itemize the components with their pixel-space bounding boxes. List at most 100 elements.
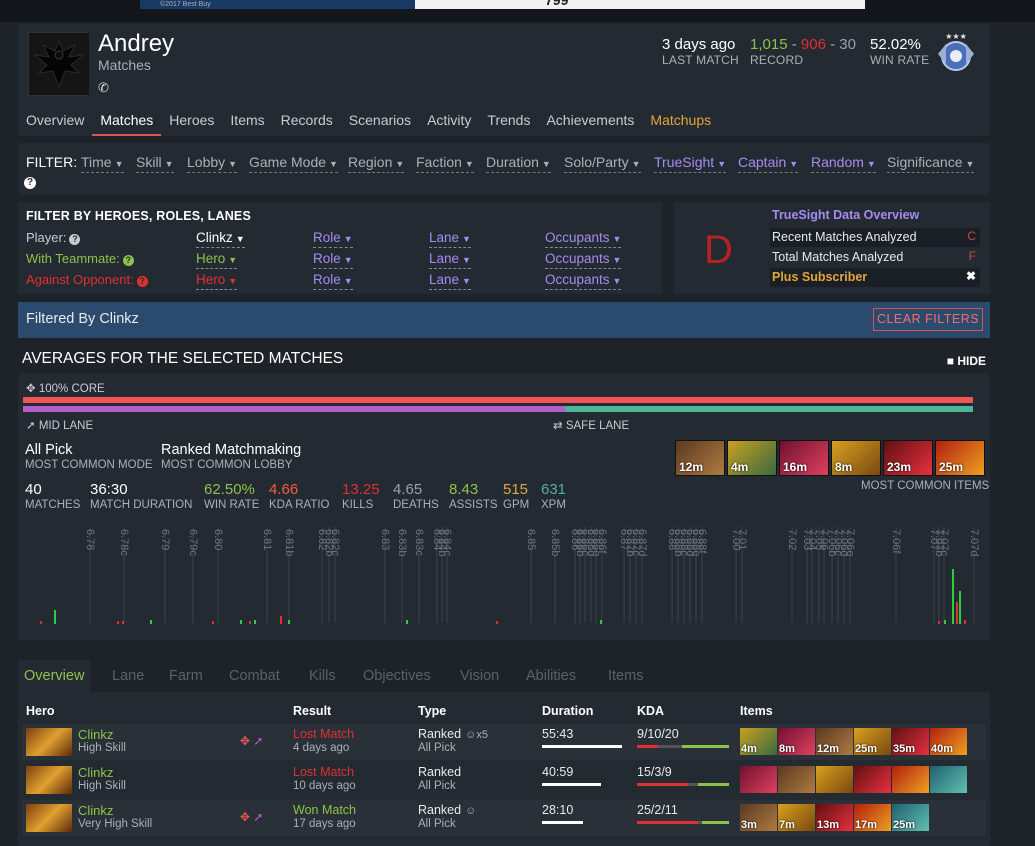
ad-banner-left[interactable]: ©2017 Best Buy [140,0,415,9]
item-icon[interactable]: 25m [892,804,929,831]
item-icon[interactable]: 7m [778,804,815,831]
match-mark[interactable] [212,621,214,624]
filter-significance[interactable]: Significance ▼ [887,154,975,173]
match-mark[interactable] [280,616,282,624]
tab-items[interactable]: Items [222,108,272,136]
item-icon[interactable] [892,766,929,793]
help-icon[interactable]: ? [24,177,36,189]
item-icon[interactable]: 25m [854,728,891,755]
avatar[interactable] [28,32,89,96]
close-icon[interactable]: ✖ [966,269,976,283]
item-icon[interactable] [778,766,815,793]
item-icon[interactable] [816,766,853,793]
phone-icon[interactable]: ✆ [98,80,109,96]
table-row[interactable]: Clinkz High Skill ✥ ➚ Lost Match 4 days ago R… [22,724,986,760]
filter-skill[interactable]: Skill ▼ [136,154,174,173]
match-mark[interactable] [249,621,251,624]
match-result[interactable]: Lost Match [293,727,354,741]
ltab-objectives[interactable]: Objectives [357,660,437,692]
item-icon[interactable]: 12m [675,440,725,476]
filter-faction[interactable]: Faction ▼ [416,154,474,173]
match-mark[interactable] [938,621,940,624]
item-icon[interactable]: 4m [740,728,777,755]
item-icon[interactable]: 8m [831,440,881,476]
tab-matchups[interactable]: Matchups [642,108,719,136]
hide-button[interactable]: ■ HIDE [947,354,986,368]
player-hero-dropdown[interactable]: Clinkz ▼ [196,230,245,248]
opponent-occupants-dropdown[interactable]: Occupants ▼ [545,272,622,290]
item-icon[interactable] [930,766,967,793]
tab-overview[interactable]: Overview [18,108,92,136]
filter-truesight[interactable]: TrueSight ▼ [654,154,727,173]
plus-subscriber-row[interactable]: Plus Subscriber ✖ [770,268,980,287]
filter-duration[interactable]: Duration ▼ [486,154,551,173]
item-icon[interactable]: 40m [930,728,967,755]
match-mark[interactable] [150,620,152,624]
item-icon[interactable]: 3m [740,804,777,831]
player-occupants-dropdown[interactable]: Occupants ▼ [545,230,622,248]
match-mark[interactable] [956,602,958,624]
match-mark[interactable] [600,620,602,624]
col-items[interactable]: Items [740,704,773,718]
tab-trends[interactable]: Trends [479,108,538,136]
item-icon[interactable] [854,766,891,793]
ltab-abilities[interactable]: Abilities [520,660,582,692]
teammate-hero-dropdown[interactable]: Hero ▼ [196,251,238,269]
table-row[interactable]: Clinkz High Skill Lost Match 10 days ago Ran… [22,762,986,798]
match-mark[interactable] [944,620,946,624]
ad-strip[interactable]: ©2017 Best Buy 799 [0,0,1035,22]
col-kda[interactable]: KDA [637,704,664,718]
opponent-role-dropdown[interactable]: Role ▼ [313,272,353,290]
item-icon[interactable] [740,766,777,793]
match-mark[interactable] [54,610,56,624]
ltab-farm[interactable]: Farm [163,660,209,692]
match-mark[interactable] [40,621,42,624]
hero-portrait[interactable] [26,804,72,832]
match-result[interactable]: Won Match [293,803,356,817]
teammate-lane-dropdown[interactable]: Lane ▼ [429,251,471,269]
ltab-kills[interactable]: Kills [303,660,342,692]
match-mark[interactable] [117,621,119,624]
help-icon[interactable]: ? [122,255,134,266]
col-hero[interactable]: Hero [26,704,54,718]
item-icon[interactable]: 35m [892,728,929,755]
item-icon[interactable]: 13m [816,804,853,831]
teammate-occupants-dropdown[interactable]: Occupants ▼ [545,251,622,269]
match-mark[interactable] [952,569,954,624]
filter-game-mode[interactable]: Game Mode ▼ [249,154,338,173]
item-icon[interactable]: 16m [779,440,829,476]
player-role-dropdown[interactable]: Role ▼ [313,230,353,248]
col-result[interactable]: Result [293,704,331,718]
opponent-hero-dropdown[interactable]: Hero ▼ [196,272,238,290]
hero-portrait[interactable] [26,728,72,756]
tab-heroes[interactable]: Heroes [161,108,222,136]
truesight-title[interactable]: TrueSight Data Overview [772,208,919,222]
filter-captain[interactable]: Captain ▼ [738,154,799,173]
match-mark[interactable] [964,620,966,624]
filter-region[interactable]: Region ▼ [348,154,405,173]
item-icon[interactable]: 8m [778,728,815,755]
hero-name[interactable]: Clinkz [78,803,113,818]
item-icon[interactable]: 25m [935,440,985,476]
match-mark[interactable] [406,620,408,624]
hero-name[interactable]: Clinkz [78,727,113,742]
match-result[interactable]: Lost Match [293,765,354,779]
filter-solo-party[interactable]: Solo/Party ▼ [564,154,641,173]
clear-filters-button[interactable]: CLEAR FILTERS [873,308,983,331]
tab-activity[interactable]: Activity [419,108,479,136]
item-icon[interactable]: 23m [883,440,933,476]
teammate-role-dropdown[interactable]: Role ▼ [313,251,353,269]
hero-portrait[interactable] [26,766,72,794]
match-mark[interactable] [959,591,961,624]
opponent-lane-dropdown[interactable]: Lane ▼ [429,272,471,290]
help-icon[interactable]: ? [69,234,81,245]
table-row[interactable]: Clinkz Very High Skill ✥ ➚ Won Match 17 days… [22,800,986,836]
item-icon[interactable]: 4m [727,440,777,476]
ad-banner-right[interactable]: 799 [415,0,865,9]
help-icon[interactable]: ? [136,276,148,287]
ltab-items[interactable]: Items [602,660,649,692]
player-lane-dropdown[interactable]: Lane ▼ [429,230,471,248]
filter-time[interactable]: Time ▼ [81,154,124,173]
match-mark[interactable] [254,620,256,624]
ltab-vision[interactable]: Vision [454,660,505,692]
